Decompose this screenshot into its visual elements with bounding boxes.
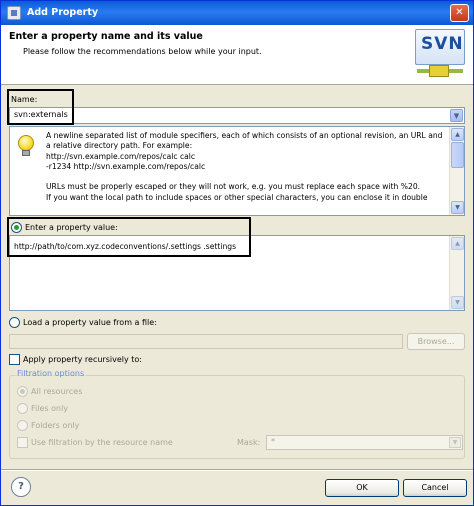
close-button[interactable]: ✕ bbox=[450, 4, 469, 22]
files-only-radio[interactable] bbox=[17, 403, 28, 414]
property-description: A newline separated list of module speci… bbox=[9, 126, 465, 216]
folders-only-radio[interactable] bbox=[17, 420, 28, 431]
file-path-input[interactable] bbox=[9, 334, 403, 349]
add-property-dialog: Add Property ✕ Enter a property name and… bbox=[0, 0, 474, 506]
apply-recursively-checkbox[interactable] bbox=[9, 354, 20, 365]
mask-label: Mask: bbox=[237, 438, 261, 447]
lightbulb-icon bbox=[18, 135, 34, 157]
footer-separator bbox=[1, 469, 473, 471]
mask-combo[interactable]: * ▼ bbox=[266, 435, 463, 450]
dialog-heading: Enter a property name and its value bbox=[9, 31, 203, 42]
name-highlight-box bbox=[7, 89, 74, 125]
description-text: A newline separated list of module speci… bbox=[46, 131, 446, 203]
property-name-combo[interactable]: svn:externals ▼ bbox=[9, 107, 465, 124]
svn-logo-box: SVN bbox=[415, 29, 465, 65]
description-line: -r1234 http://svn.example.com/repos/calc bbox=[46, 161, 206, 171]
description-scrollbar[interactable]: ▲ ▼ bbox=[449, 127, 464, 215]
chevron-down-icon[interactable]: ▼ bbox=[450, 109, 463, 122]
mask-value: * bbox=[271, 437, 275, 446]
description-line: a relative directory path. For example: bbox=[46, 141, 193, 151]
files-only-label[interactable]: Files only bbox=[31, 404, 68, 413]
use-filtration-checkbox[interactable] bbox=[17, 437, 28, 448]
description-line bbox=[46, 172, 446, 182]
description-line: http://svn.example.com/repos/calc calc bbox=[46, 151, 196, 161]
value-highlight-box bbox=[7, 217, 251, 257]
description-line: A newline separated list of module speci… bbox=[46, 131, 443, 140]
cancel-button[interactable]: Cancel bbox=[403, 479, 467, 497]
scroll-up-icon[interactable]: ▲ bbox=[451, 237, 464, 250]
scroll-down-icon[interactable]: ▼ bbox=[451, 201, 464, 214]
load-file-radio[interactable] bbox=[9, 317, 20, 328]
browse-button[interactable]: Browse... bbox=[407, 333, 465, 350]
apply-recursively-label[interactable]: Apply property recursively to: bbox=[23, 355, 142, 364]
value-scrollbar[interactable]: ▲ ▼ bbox=[449, 236, 464, 310]
chevron-down-icon[interactable]: ▼ bbox=[449, 437, 461, 448]
use-filtration-label[interactable]: Use filtration by the resource name bbox=[31, 438, 173, 447]
dialog-subheading: Please follow the recommendations below … bbox=[23, 47, 262, 56]
app-icon bbox=[7, 6, 21, 20]
scroll-thumb[interactable] bbox=[451, 142, 464, 168]
svn-logo-plug bbox=[429, 65, 449, 77]
all-resources-label[interactable]: All resources bbox=[31, 387, 82, 396]
ok-button[interactable]: OK bbox=[325, 479, 399, 497]
title-bar[interactable]: Add Property ✕ bbox=[1, 1, 473, 25]
all-resources-radio[interactable] bbox=[17, 386, 28, 397]
description-line: URLs must be properly escaped or they wi… bbox=[46, 182, 421, 192]
scroll-up-icon[interactable]: ▲ bbox=[451, 128, 464, 141]
svn-logo-icon: SVN bbox=[415, 29, 465, 81]
load-file-label[interactable]: Load a property value from a file: bbox=[23, 318, 157, 327]
description-line: If you want the local path to include sp… bbox=[46, 192, 428, 202]
header-banner: Enter a property name and its value Plea… bbox=[1, 25, 473, 85]
filtration-options-title: Filtration options bbox=[15, 369, 87, 378]
window-title: Add Property bbox=[27, 7, 99, 18]
help-icon[interactable]: ? bbox=[11, 477, 31, 497]
folders-only-label[interactable]: Folders only bbox=[31, 421, 79, 430]
scroll-down-icon[interactable]: ▼ bbox=[451, 296, 464, 309]
svn-logo-text: SVN bbox=[421, 34, 464, 54]
